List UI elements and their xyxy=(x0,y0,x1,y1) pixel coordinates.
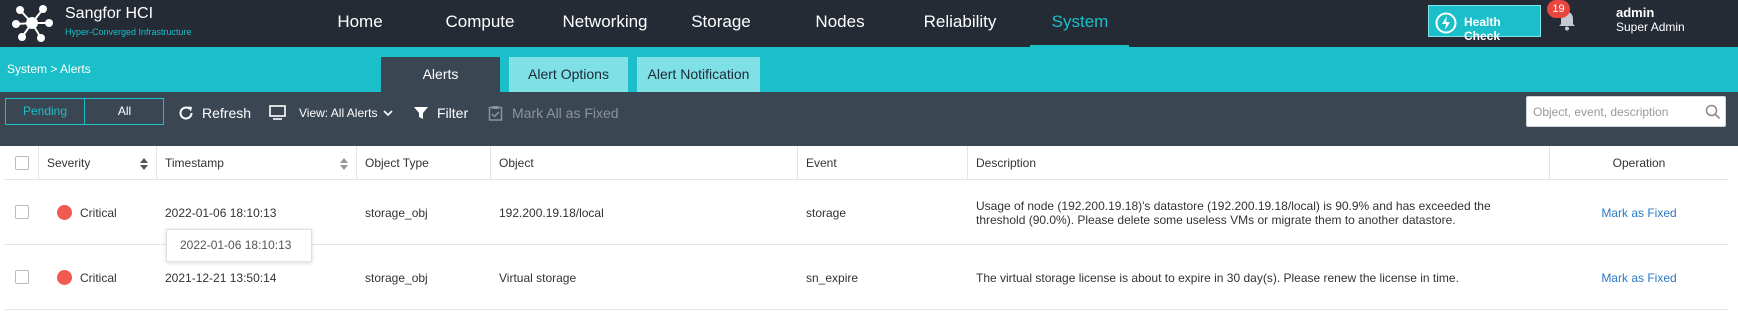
header-event: Event xyxy=(798,146,968,180)
brand-title: Sangfor HCI xyxy=(65,5,154,22)
object-cell: Virtual storage xyxy=(499,270,577,285)
clipboard-check-icon xyxy=(488,106,503,121)
sort-icon xyxy=(340,158,348,170)
nav-nodes[interactable]: Nodes xyxy=(810,12,870,32)
filter-icon xyxy=(414,107,428,119)
select-all-checkbox[interactable] xyxy=(15,156,29,170)
table-header: Severity Timestamp Object Type Object Ev… xyxy=(5,146,1728,180)
monitor-icon xyxy=(269,105,286,120)
operation-cell: Mark as Fixed xyxy=(1550,180,1728,245)
refresh-label: Refresh xyxy=(202,105,252,121)
status-filter-toggle: Pending All xyxy=(5,98,164,125)
nav-networking[interactable]: Networking xyxy=(555,12,655,32)
object-type-cell: storage_obj xyxy=(365,270,428,285)
filter-pending-button[interactable]: Pending xyxy=(6,99,85,124)
description-cell: The virtual storage license is about to … xyxy=(976,270,1459,285)
refresh-icon xyxy=(179,106,193,120)
nav-home[interactable]: Home xyxy=(330,12,390,32)
critical-status-dot xyxy=(57,205,72,220)
header-object: Object xyxy=(491,146,798,180)
health-check-icon xyxy=(1435,12,1457,34)
search-input[interactable] xyxy=(1527,97,1697,126)
mark-as-fixed-link[interactable]: Mark as Fixed xyxy=(1601,271,1676,285)
object-cell: 192.200.19.18/local xyxy=(499,205,604,220)
refresh-button[interactable]: Refresh xyxy=(178,103,254,123)
mark-all-fixed-label: Mark All as Fixed xyxy=(512,105,619,121)
header-severity-label: Severity xyxy=(47,156,91,170)
timestamp-tooltip: 2022-01-06 18:10:13 xyxy=(166,229,312,262)
nav-compute[interactable]: Compute xyxy=(437,12,523,32)
filter-button[interactable]: Filter xyxy=(413,103,473,123)
object-type-cell: storage_obj xyxy=(365,205,428,220)
tab-alert-options[interactable]: Alert Options xyxy=(509,57,628,92)
view-dropdown-label: View: All Alerts xyxy=(299,106,378,120)
chevron-down-icon xyxy=(383,110,393,117)
nav-system[interactable]: System xyxy=(1044,12,1116,32)
header-timestamp-label: Timestamp xyxy=(165,156,224,170)
health-check-button[interactable]: Health Check xyxy=(1428,5,1541,43)
tab-alert-notification[interactable]: Alert Notification xyxy=(637,57,760,92)
severity-label: Critical xyxy=(80,270,117,285)
toolbar: Pending All Refresh View: All Alerts Fil… xyxy=(0,92,1738,134)
view-dropdown[interactable]: View: All Alerts xyxy=(269,103,395,123)
row-checkbox[interactable] xyxy=(15,205,29,219)
description-cell: Usage of node (192.200.19.18)'s datastor… xyxy=(976,198,1491,227)
severity-cell: Critical xyxy=(49,180,157,245)
header-operation: Operation xyxy=(1612,156,1666,170)
event-cell: storage xyxy=(806,205,847,220)
operation-cell: Mark as Fixed xyxy=(1550,245,1728,310)
row-checkbox[interactable] xyxy=(15,270,29,284)
critical-status-dot xyxy=(57,270,72,285)
breadcrumb: System > Alerts xyxy=(7,62,91,76)
notification-badge: 19 xyxy=(1547,0,1570,18)
mark-all-fixed-button[interactable]: Mark All as Fixed xyxy=(488,103,628,123)
header-select-cell xyxy=(5,146,39,180)
header-severity[interactable]: Severity xyxy=(39,146,157,180)
severity-label: Critical xyxy=(80,205,117,220)
user-name[interactable]: admin xyxy=(1616,5,1654,20)
search-icon[interactable] xyxy=(1705,104,1721,120)
mark-as-fixed-link[interactable]: Mark as Fixed xyxy=(1601,206,1676,220)
header-object-type: Object Type xyxy=(357,146,491,180)
user-role: Super Admin xyxy=(1616,20,1685,34)
search-box xyxy=(1526,96,1726,127)
nav-reliability[interactable]: Reliability xyxy=(918,12,1002,32)
sangfor-logo-icon[interactable] xyxy=(10,2,55,44)
event-cell: sn_expire xyxy=(806,270,859,285)
toolbar-gap xyxy=(0,134,1738,146)
severity-cell: Critical xyxy=(49,245,157,310)
sort-icon xyxy=(140,158,148,170)
brand-subtitle: Hyper-Converged Infrastructure xyxy=(65,27,192,37)
header-description: Description xyxy=(968,146,1550,180)
header-timestamp[interactable]: Timestamp xyxy=(157,146,357,180)
top-nav-bar: Sangfor HCI Hyper-Converged Infrastructu… xyxy=(0,0,1738,47)
nav-storage[interactable]: Storage xyxy=(685,12,757,32)
sub-header: System > Alerts Alerts Alert Options Ale… xyxy=(0,47,1738,92)
health-check-label: Health Check xyxy=(1464,15,1501,43)
filter-label: Filter xyxy=(437,105,469,121)
filter-all-button[interactable]: All xyxy=(85,99,164,124)
tab-alerts[interactable]: Alerts xyxy=(381,57,500,92)
